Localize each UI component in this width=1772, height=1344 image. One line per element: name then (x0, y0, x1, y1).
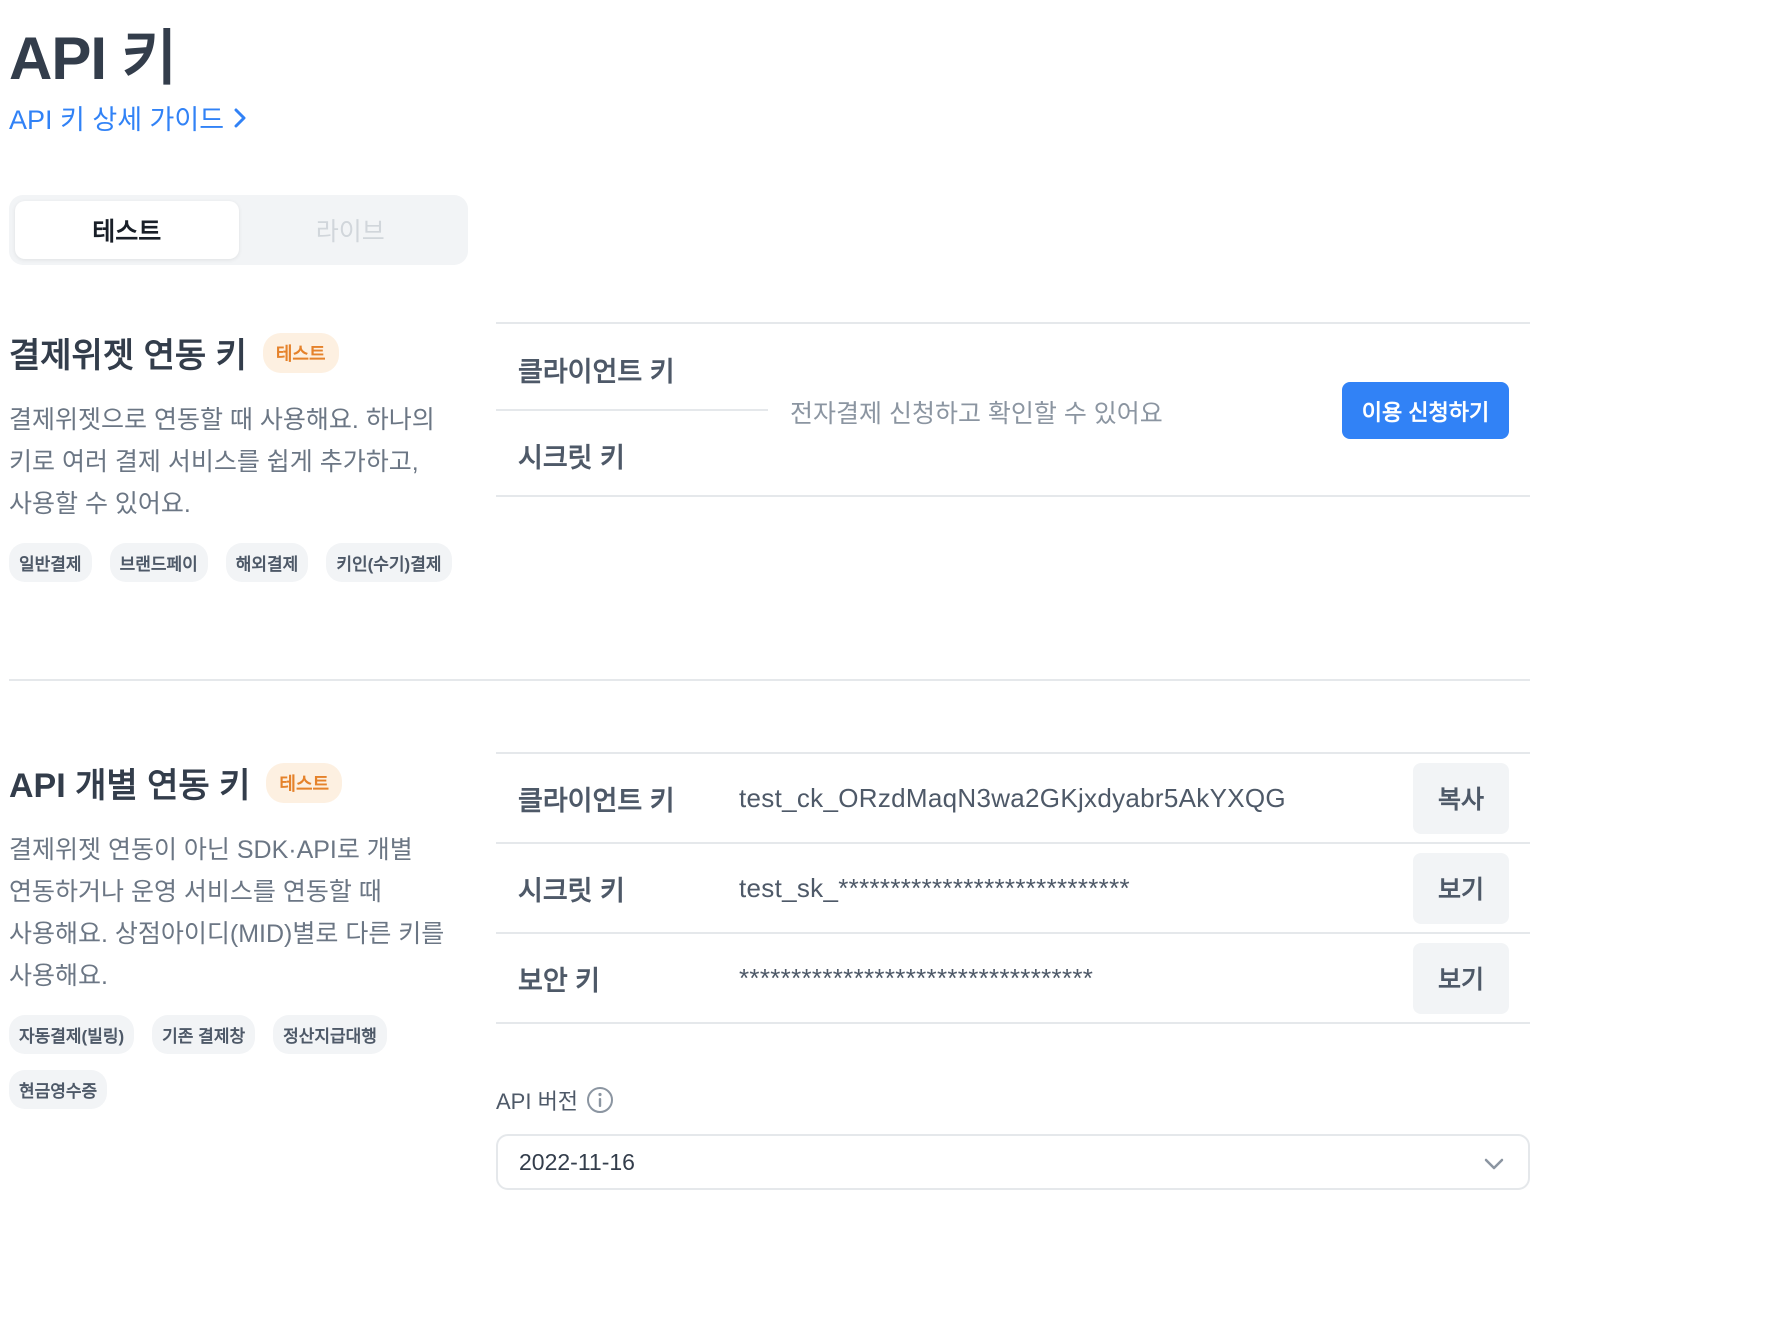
widget-key-description: 결제위젯으로 연동할 때 사용해요. 하나의 키로 여러 결제 서비스를 쉽게 … (9, 399, 459, 525)
show-secret-key-button[interactable]: 보기 (1413, 852, 1509, 924)
api-version-text: API 버전 (496, 1089, 579, 1114)
widget-key-table: 클라이언트 키 시크릿 키 전자결제 신청하고 확인할 수 있어요 이용 신청하… (496, 322, 1530, 497)
secret-key-label: 시크릿 키 (518, 875, 625, 906)
widget-key-section-info: 결제위젯 연동 키 테스트 결제위젯으로 연동할 때 사용해요. 하나의 키로 … (9, 328, 459, 582)
table-row: 시크릿 키 test_sk_**************************… (496, 844, 1530, 934)
table-row: 보안 키 ********************************** … (496, 934, 1530, 1024)
service-chip: 키인(수기)결제 (326, 543, 452, 582)
show-security-key-button[interactable]: 보기 (1413, 942, 1509, 1014)
service-chip: 일반결제 (9, 543, 92, 582)
section-divider (9, 679, 1530, 681)
apply-service-button[interactable]: 이용 신청하기 (1342, 382, 1509, 439)
service-chip: 자동결제(빌링) (9, 1015, 135, 1054)
api-key-table: 클라이언트 키 test_ck_ORzdMaqN3wa2GKjxdyabr5Ak… (496, 752, 1530, 1024)
widget-key-title: 결제위젯 연동 키 (9, 337, 247, 375)
api-key-title: API 개별 연동 키 (9, 767, 251, 805)
test-badge: 테스트 (262, 332, 339, 373)
service-chip: 브랜드페이 (109, 543, 208, 582)
environment-tabs: 테스트 라이브 (9, 195, 468, 265)
tab-live[interactable]: 라이브 (239, 201, 463, 259)
security-key-label: 보안 키 (518, 965, 601, 996)
copy-client-key-button[interactable]: 복사 (1413, 762, 1509, 834)
client-key-value: test_ck_ORzdMaqN3wa2GKjxdyabr5AkYXQG (739, 782, 1286, 813)
api-version-value: 2022-11-16 (519, 1148, 635, 1175)
guide-link-label: API 키 상세 가이드 (9, 105, 225, 135)
chevron-right-icon (234, 108, 246, 127)
description-line: 연동하거나 운영 서비스를 연동할 때 (9, 878, 382, 906)
description-line: 결제위젯으로 연동할 때 사용해요. 하나의 (9, 406, 435, 434)
row-divider (496, 409, 768, 411)
api-key-section-title: API 개별 연동 키 테스트 (9, 758, 459, 807)
description-line: 사용해요. 상점아이디(MID)별로 다른 키를 (9, 920, 445, 948)
widget-key-notice: 전자결제 신청하고 확인할 수 있어요 (790, 400, 1163, 428)
widget-key-section-title: 결제위젯 연동 키 테스트 (9, 328, 459, 377)
widget-secret-key-label: 시크릿 키 (518, 443, 625, 473)
api-version-select[interactable]: 2022-11-16 (496, 1134, 1530, 1190)
service-chip: 정산지급대행 (273, 1015, 387, 1054)
widget-client-key-label: 클라이언트 키 (518, 357, 675, 387)
secret-key-value: test_sk_**************************** (739, 872, 1130, 903)
api-version-label: API 버전 (496, 1084, 614, 1116)
tab-test[interactable]: 테스트 (15, 201, 239, 259)
table-row: 클라이언트 키 test_ck_ORzdMaqN3wa2GKjxdyabr5Ak… (496, 754, 1530, 844)
page-title: API 키 (9, 25, 177, 92)
chevron-down-icon (1484, 1158, 1504, 1170)
description-line: 결제위젯 연동이 아닌 SDK·API로 개별 (9, 836, 413, 864)
api-service-chips: 자동결제(빌링) 기존 결제창 정산지급대행 현금영수증 (9, 1015, 459, 1109)
description-line: 사용해요. (9, 962, 108, 990)
description-line: 사용할 수 있어요. (9, 490, 191, 518)
api-key-guide-link[interactable]: API 키 상세 가이드 (9, 98, 248, 137)
info-icon[interactable] (586, 1086, 614, 1114)
security-key-value: ********************************** (739, 962, 1094, 993)
service-chip: 현금영수증 (9, 1070, 108, 1109)
description-line: 키로 여러 결제 서비스를 쉽게 추가하고, (9, 448, 419, 476)
client-key-label: 클라이언트 키 (518, 785, 675, 816)
api-key-description: 결제위젯 연동이 아닌 SDK·API로 개별 연동하거나 운영 서비스를 연동… (9, 829, 459, 997)
service-chip: 해외결제 (225, 543, 309, 582)
test-badge: 테스트 (266, 762, 343, 803)
api-key-section-info: API 개별 연동 키 테스트 결제위젯 연동이 아닌 SDK·API로 개별 … (9, 758, 459, 1109)
widget-service-chips: 일반결제 브랜드페이 해외결제 키인(수기)결제 (9, 543, 459, 582)
service-chip: 기존 결제창 (152, 1015, 256, 1054)
